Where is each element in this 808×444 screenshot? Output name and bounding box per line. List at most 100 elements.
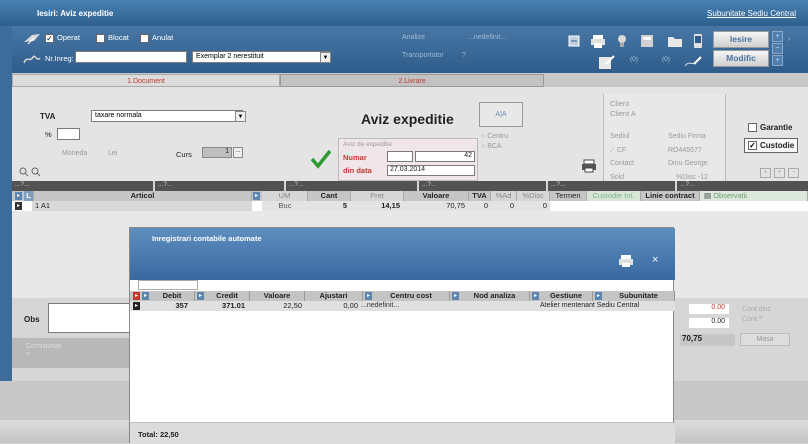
transportator-value[interactable]: ? bbox=[462, 52, 466, 59]
col-header-gestiune[interactable]: Gestiune bbox=[540, 291, 593, 301]
cell-pret[interactable]: 14,15 bbox=[351, 201, 404, 211]
tab-livrare[interactable]: 2.Livrare bbox=[280, 74, 544, 87]
col-header-custodie[interactable]: Custodie Int. bbox=[587, 191, 641, 201]
col-header-ad[interactable]: %Ad bbox=[491, 191, 517, 201]
folder-icon[interactable] bbox=[667, 34, 683, 48]
obs-textarea[interactable] bbox=[48, 303, 138, 333]
tab-document[interactable]: 1.Document bbox=[12, 74, 280, 87]
col-header-pret[interactable]: Pret bbox=[351, 191, 404, 201]
curs-button[interactable]: ... bbox=[233, 147, 243, 158]
cell-cant[interactable]: 5 bbox=[308, 201, 351, 211]
col-header-um[interactable]: UM bbox=[262, 191, 308, 201]
export-icon[interactable] bbox=[567, 34, 581, 48]
cell-centru-cost[interactable]: ...nedefinit... bbox=[361, 301, 441, 311]
dialog-filter-input[interactable] bbox=[138, 280, 198, 290]
client-value[interactable]: Client A bbox=[610, 109, 636, 118]
analize-label: Analize bbox=[402, 34, 425, 41]
cell-articol[interactable]: 1 A1 bbox=[32, 201, 252, 211]
numar-input[interactable]: 42 bbox=[415, 151, 475, 162]
comision-value[interactable]: ? bbox=[26, 352, 30, 359]
cell-disc[interactable]: 0 bbox=[517, 201, 550, 211]
numar-serie-input[interactable] bbox=[387, 151, 413, 162]
col-header-valoare[interactable]: Valoare bbox=[404, 191, 469, 201]
masa-button[interactable]: Masa bbox=[740, 333, 790, 346]
subunit-link[interactable]: Subunitate Sediu Central bbox=[707, 9, 796, 18]
col-header-articol[interactable]: Articol bbox=[34, 191, 252, 201]
pen-sign-icon[interactable] bbox=[684, 56, 702, 68]
radio-centru[interactable]: ○ Centru bbox=[481, 133, 508, 140]
cont-label[interactable]: Cont ? bbox=[742, 316, 763, 323]
percent-label: % bbox=[45, 130, 52, 139]
exemplar-dropdown-icon[interactable]: ▼ bbox=[320, 52, 331, 63]
filter-cell[interactable]: ...?... bbox=[548, 181, 675, 191]
data-input[interactable]: 27.03.2014 bbox=[387, 165, 475, 176]
phone-icon[interactable] bbox=[692, 33, 704, 49]
nr-inreg-input[interactable] bbox=[75, 51, 187, 63]
anulat-checkbox[interactable]: Anulat bbox=[140, 33, 173, 43]
cell-um[interactable]: Buc bbox=[262, 201, 308, 211]
col-header-linie-contract[interactable]: Linie contract bbox=[641, 191, 700, 201]
col-header-debit[interactable]: Debit bbox=[150, 291, 195, 301]
col-header-disc[interactable]: %Disc bbox=[517, 191, 550, 201]
col-header-cant[interactable]: Cant bbox=[308, 191, 351, 201]
dialog-close-icon[interactable]: × bbox=[652, 254, 658, 266]
curs-input[interactable]: 1 bbox=[202, 147, 232, 158]
filter-cell[interactable]: ...?... bbox=[12, 181, 153, 191]
edit-doc-icon[interactable] bbox=[598, 54, 616, 70]
col-header-nod-analiza[interactable]: Nod analiza bbox=[460, 291, 530, 301]
curs-label: Curs bbox=[176, 150, 192, 159]
col-header-ajustari[interactable]: Ajustari bbox=[305, 291, 363, 301]
percent-input[interactable] bbox=[57, 128, 80, 140]
add-small-icon-2[interactable]: + bbox=[772, 55, 783, 66]
cell-credit[interactable]: 371.01 bbox=[205, 301, 245, 311]
col-header-termen[interactable]: Termen bbox=[550, 191, 587, 201]
custodie-checkbox[interactable]: ✓ Custodie bbox=[744, 138, 798, 153]
add-small-icon[interactable]: + bbox=[772, 31, 783, 42]
cell-valoare[interactable]: 22,50 bbox=[250, 301, 302, 311]
operat-checkbox[interactable]: ✓ Operat bbox=[45, 33, 80, 43]
search-icon-2[interactable] bbox=[31, 167, 41, 177]
table-row[interactable]: ▸ 357 371.01 22,50 0,00 ...nedefinit... … bbox=[130, 301, 675, 311]
add-row-icon[interactable]: + bbox=[760, 168, 771, 178]
col-header-centru-cost[interactable]: Centru cost bbox=[373, 291, 450, 301]
remove-row-icon[interactable]: − bbox=[788, 168, 799, 178]
cell-tva[interactable]: 0 bbox=[469, 201, 491, 211]
filter-cell[interactable]: ...?... bbox=[155, 181, 284, 191]
print-icon[interactable] bbox=[581, 159, 597, 173]
tva-select[interactable]: taxare normala bbox=[91, 110, 243, 122]
table-row[interactable]: ▸ 1 A1 Buc 5 14,15 70,75 0 0 0 bbox=[12, 201, 808, 211]
add-row-icon-2[interactable]: + bbox=[774, 168, 785, 178]
calculator-icon[interactable] bbox=[640, 34, 654, 48]
tva-dropdown-icon[interactable]: ▼ bbox=[235, 111, 246, 122]
col-header-valoare[interactable]: Valoare bbox=[250, 291, 305, 301]
analize-value[interactable]: ...nedefinit... bbox=[468, 34, 506, 41]
tva-label: TVA bbox=[40, 112, 56, 121]
sort-marker-icon: ▸ bbox=[142, 292, 149, 300]
radio-bca[interactable]: ○ BCA bbox=[481, 143, 502, 150]
garantie-checkbox[interactable]: Garantie bbox=[748, 123, 792, 133]
moneda-label: Moneda bbox=[62, 150, 88, 157]
col-header-subunitate[interactable]: Subunitate bbox=[603, 291, 675, 301]
bulb-icon[interactable] bbox=[616, 34, 628, 50]
filter-cell[interactable]: ...?... bbox=[286, 181, 417, 191]
col-header-tva[interactable]: TVA bbox=[469, 191, 491, 201]
col-header-l[interactable]: L bbox=[24, 191, 34, 201]
cell-ad[interactable]: 0 bbox=[491, 201, 517, 211]
iesire-button[interactable]: Iesire bbox=[713, 31, 769, 48]
exemplar-select[interactable]: Exemplar 2 nerestituit bbox=[192, 51, 330, 63]
modific-button[interactable]: Modific bbox=[713, 50, 769, 67]
dialog-print-icon[interactable] bbox=[618, 254, 634, 268]
filter-cell[interactable]: ...?... bbox=[419, 181, 546, 191]
remove-small-icon[interactable]: − bbox=[772, 43, 783, 54]
filter-cell[interactable]: ...?... bbox=[677, 181, 808, 191]
cell-ajustari[interactable]: 0,00 bbox=[305, 301, 358, 311]
cell-debit[interactable]: 357 bbox=[150, 301, 188, 311]
chevron-right-icon[interactable]: › bbox=[788, 36, 790, 43]
blocat-checkbox[interactable]: Blocat bbox=[96, 33, 129, 43]
col-header-credit[interactable]: Credit bbox=[205, 291, 250, 301]
cell-gestiune[interactable]: Atelier mentenant Sediu Central bbox=[540, 301, 675, 311]
currency-toggle-icon[interactable]: A|A bbox=[479, 102, 523, 127]
search-icon[interactable] bbox=[19, 167, 29, 177]
printer-icon[interactable] bbox=[590, 33, 606, 49]
col-header-observatii[interactable]: ▤ Observatii bbox=[700, 191, 808, 201]
